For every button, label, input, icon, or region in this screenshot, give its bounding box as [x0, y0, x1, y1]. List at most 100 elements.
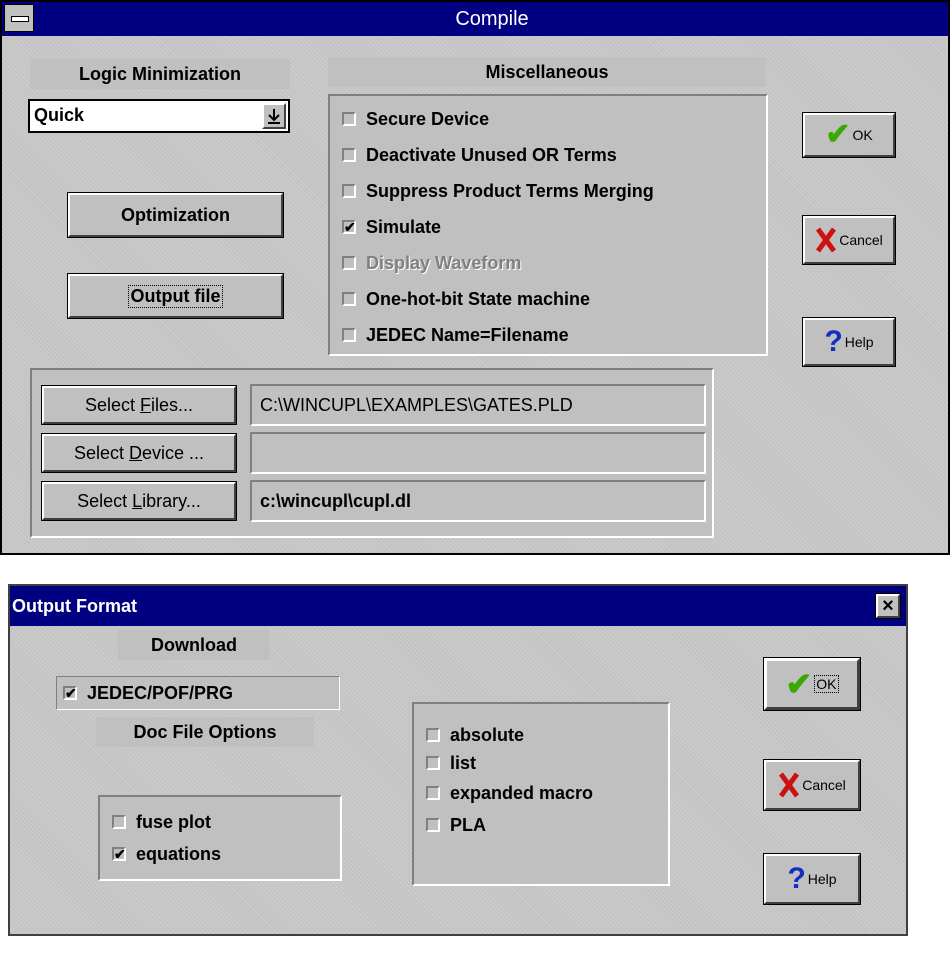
option-label: Suppress Product Terms Merging — [366, 180, 654, 201]
miscellaneous-group: Secure Device Deactivate Unused OR Terms… — [328, 94, 768, 356]
checkbox[interactable] — [342, 148, 356, 162]
cancel-label: Cancel — [802, 777, 846, 793]
question-icon: ? — [787, 862, 806, 895]
option-label: JEDEC/POF/PRG — [87, 682, 234, 703]
select-files-key: F — [140, 394, 151, 415]
checkmark-icon: ✔ — [825, 118, 851, 151]
option-label: One-hot-bit State machine — [366, 288, 591, 309]
option-pla[interactable]: PLA — [426, 812, 486, 838]
jedec-group: ✔ JEDEC/POF/PRG — [56, 676, 340, 710]
dropdown-arrow-button[interactable] — [262, 103, 286, 129]
checkbox[interactable] — [426, 786, 440, 800]
select-files-text: Select — [84, 394, 140, 415]
select-device-button[interactable]: Select Device ... — [42, 434, 236, 472]
select-library-key: L — [132, 490, 143, 511]
option-jedec-name-filename[interactable]: JEDEC Name=Filename — [342, 322, 569, 348]
ok-label: OK — [852, 127, 873, 143]
help-button[interactable]: ? Help — [803, 318, 895, 366]
output-format-titlebar: Output Format × — [10, 586, 906, 626]
cancel-x-icon — [816, 227, 837, 253]
select-files-text: iles... — [151, 394, 194, 415]
output-file-button[interactable]: Output file — [68, 274, 283, 318]
select-files-button[interactable]: Select Files... — [42, 386, 236, 424]
doc-file-options-group: fuse plot ✔ equations — [98, 795, 342, 881]
miscellaneous-label: Miscellaneous — [328, 57, 766, 87]
optimization-button[interactable]: Optimization — [68, 193, 283, 237]
select-library-button[interactable]: Select Library... — [42, 482, 236, 520]
option-deactivate-unused-or-terms[interactable]: Deactivate Unused OR Terms — [342, 142, 617, 168]
question-icon: ? — [824, 325, 843, 358]
close-button[interactable]: × — [876, 594, 900, 618]
option-suppress-product-terms-merging[interactable]: Suppress Product Terms Merging — [342, 178, 654, 204]
checkbox-checked[interactable]: ✔ — [112, 847, 126, 861]
option-label: PLA — [450, 814, 486, 835]
logic-minimization-label: Logic Minimization — [30, 59, 290, 89]
cancel-label: Cancel — [839, 232, 883, 248]
output-format-title: Output Format — [12, 596, 137, 616]
checkbox[interactable] — [112, 815, 126, 829]
option-label: equations — [136, 843, 222, 864]
checkbox[interactable] — [342, 292, 356, 306]
select-device-text: Select — [73, 442, 129, 463]
cancel-x-icon — [779, 772, 800, 798]
selected-library-field: c:\wincupl\cupl.dl — [250, 480, 706, 522]
select-device-key: D — [129, 442, 142, 463]
option-display-waveform: Display Waveform — [342, 250, 521, 276]
compile-title: Compile — [455, 8, 529, 30]
option-expanded-macro[interactable]: expanded macro — [426, 780, 593, 806]
checkmark-icon: ✔ — [785, 666, 813, 702]
option-label: Simulate — [366, 216, 442, 237]
checkbox-disabled — [342, 256, 356, 270]
option-one-hot-bit-state-machine[interactable]: One-hot-bit State machine — [342, 286, 590, 312]
option-fuse-plot[interactable]: fuse plot — [112, 809, 211, 835]
option-label: Deactivate Unused OR Terms — [366, 144, 617, 165]
format-options-group: absolute list expanded macro PLA — [412, 702, 670, 886]
logic-minimization-value: Quick — [34, 105, 85, 125]
ok-label: OK — [814, 675, 839, 693]
option-list[interactable]: list — [426, 750, 476, 776]
logic-minimization-select[interactable]: Quick — [28, 99, 290, 133]
arrow-down-icon — [268, 109, 280, 124]
doc-file-options-label: Doc File Options — [96, 717, 314, 747]
option-simulate[interactable]: ✔ Simulate — [342, 214, 441, 240]
select-device-text: evice ... — [142, 442, 205, 463]
ok-button[interactable]: ✔ OK — [803, 113, 895, 157]
checkbox-checked[interactable]: ✔ — [63, 686, 77, 700]
system-menu-button[interactable] — [4, 4, 34, 32]
cancel-button[interactable]: Cancel — [764, 760, 860, 810]
option-label: expanded macro — [450, 782, 594, 803]
option-label: fuse plot — [136, 811, 211, 832]
option-label: JEDEC Name=Filename — [366, 324, 569, 345]
help-button[interactable]: ? Help — [764, 854, 860, 904]
checkbox[interactable] — [426, 728, 440, 742]
selected-files-field: C:\WINCUPL\EXAMPLES\GATES.PLD — [250, 384, 706, 426]
selected-device-field — [250, 432, 706, 474]
file-selection-group: Select Files... Select Device ... Select… — [30, 368, 714, 538]
option-equations[interactable]: ✔ equations — [112, 841, 221, 867]
checkbox[interactable] — [426, 818, 440, 832]
option-label: list — [450, 752, 477, 773]
option-jedec-pof-prg[interactable]: ✔ JEDEC/POF/PRG — [63, 680, 233, 706]
close-icon: × — [882, 594, 894, 617]
checkbox[interactable] — [426, 756, 440, 770]
select-library-text: ibrary... — [142, 490, 201, 511]
select-library-text: Select — [77, 490, 133, 511]
option-label: Display Waveform — [366, 252, 522, 273]
compile-titlebar: Compile — [2, 2, 948, 36]
help-label: Help — [807, 871, 837, 887]
output-file-label: Output file — [127, 284, 224, 308]
option-label: Secure Device — [366, 108, 490, 129]
cancel-button[interactable]: Cancel — [803, 216, 895, 264]
download-label: Download — [118, 630, 270, 660]
option-absolute[interactable]: absolute — [426, 722, 524, 748]
checkbox[interactable] — [342, 112, 356, 126]
ok-button[interactable]: ✔ OK — [764, 658, 860, 710]
checkbox[interactable] — [342, 184, 356, 198]
checkbox-checked[interactable]: ✔ — [342, 220, 356, 234]
compile-dialog: Compile Logic Minimization Quick Optimiz… — [0, 0, 950, 555]
option-label: absolute — [450, 724, 525, 745]
help-label: Help — [844, 334, 874, 350]
option-secure-device[interactable]: Secure Device — [342, 106, 489, 132]
checkbox[interactable] — [342, 328, 356, 342]
system-menu-icon — [11, 16, 29, 22]
